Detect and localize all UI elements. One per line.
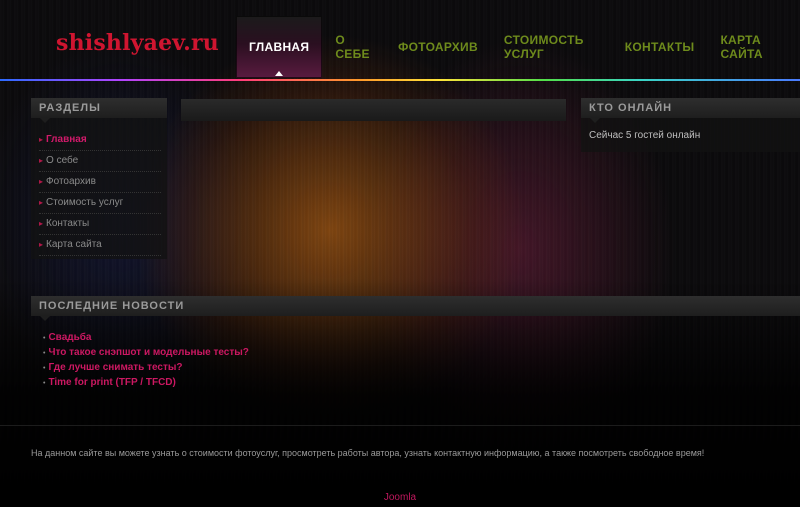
sections-item-contacts[interactable]: ▸ Контакты [39, 214, 161, 235]
title-notch-icon [40, 118, 50, 123]
nav-item-label: СТОИМОСТЬ УСЛУГ [503, 33, 584, 61]
sections-item-home[interactable]: ▸ Главная [39, 130, 161, 151]
bullet-icon: • [43, 365, 46, 372]
nav-item-home[interactable]: ГЛАВНАЯ [236, 16, 323, 78]
nav-item-about[interactable]: О СЕБЕ [322, 16, 385, 78]
who-online-title: КТО ОНЛАЙН [581, 98, 800, 123]
active-caret-icon [275, 71, 284, 76]
nav-item-label: ФОТОАРХИВ [398, 40, 478, 54]
bullet-icon: ▸ [39, 240, 44, 249]
site-logo[interactable]: shishlyaev.ru [56, 30, 219, 56]
nav-item-label: ГЛАВНАЯ [249, 40, 310, 54]
news-link[interactable]: Где лучше снимать тесты? [48, 362, 182, 373]
bullet-icon: ▸ [39, 219, 44, 228]
bullet-icon: • [43, 380, 46, 387]
nav-item-label: О СЕБЕ [335, 33, 370, 61]
sections-item-about[interactable]: ▸ О себе [39, 151, 161, 172]
bullet-icon: • [43, 350, 46, 357]
news-link[interactable]: Time for print (TFP / TFCD) [48, 377, 175, 388]
main-nav: ГЛАВНАЯ О СЕБЕ ФОТОАРХИВ СТОИМОСТЬ УСЛУГ… [236, 16, 800, 78]
news-link[interactable]: Что такое снэпшот и модельные тесты? [48, 347, 248, 358]
footer-description: На данном сайте вы можете узнать о стоим… [31, 448, 705, 458]
news-item: • Свадьба [43, 330, 800, 345]
news-item: • Time for print (TFP / TFCD) [43, 375, 800, 390]
sections-item-prices[interactable]: ▸ Стоимость услуг [39, 193, 161, 214]
nav-item-contacts[interactable]: КОНТАКТЫ [612, 16, 708, 78]
header: shishlyaev.ru ГЛАВНАЯ О СЕБЕ ФОТОАРХИВ С… [0, 0, 800, 82]
sections-item-sitemap[interactable]: ▸ Карта сайта [39, 235, 161, 256]
bullet-icon: ▸ [39, 198, 44, 207]
nav-item-sitemap[interactable]: КАРТА САЙТА [707, 16, 800, 78]
nav-item-photo-archive[interactable]: ФОТОАРХИВ [385, 16, 491, 78]
who-online-module: КТО ОНЛАЙН Сейчас 5 гостей онлайн [581, 98, 800, 152]
sections-title: РАЗДЕЛЫ [31, 98, 167, 123]
bullet-icon: ▸ [39, 177, 44, 186]
latest-news-title: ПОСЛЕДНИЕ НОВОСТИ [31, 296, 800, 321]
who-online-text: Сейчас 5 гостей онлайн [589, 130, 701, 141]
news-list: • Свадьба • Что такое снэпшот и модельные … [31, 316, 800, 390]
content-header-bar [181, 99, 566, 121]
news-link[interactable]: Свадьба [48, 332, 91, 343]
nav-item-prices[interactable]: СТОИМОСТЬ УСЛУГ [491, 16, 612, 78]
title-notch-icon [590, 118, 600, 123]
footer-credit-link[interactable]: Joomla [0, 492, 800, 503]
news-item: • Что такое снэпшот и модельные тесты? [43, 345, 800, 360]
bullet-icon: ▸ [39, 156, 44, 165]
title-notch-icon [40, 316, 50, 321]
nav-item-label: КОНТАКТЫ [624, 40, 695, 54]
footer-divider [0, 425, 800, 426]
bullet-icon: • [43, 335, 46, 342]
sections-item-photo-archive[interactable]: ▸ Фотоархив [39, 172, 161, 193]
sections-module: РАЗДЕЛЫ ▸ Главная ▸ О себе ▸ Фотоархив ▸ Сто… [31, 98, 167, 259]
bullet-icon: ▸ [39, 135, 44, 144]
nav-item-label: КАРТА САЙТА [720, 33, 763, 61]
sections-list: ▸ Главная ▸ О себе ▸ Фотоархив ▸ Стоимость у… [31, 118, 167, 256]
news-item: • Где лучше снимать тесты? [43, 360, 800, 375]
latest-news-module: ПОСЛЕДНИЕ НОВОСТИ • Свадьба • Что такое сн… [31, 296, 800, 390]
rainbow-divider [0, 79, 800, 81]
